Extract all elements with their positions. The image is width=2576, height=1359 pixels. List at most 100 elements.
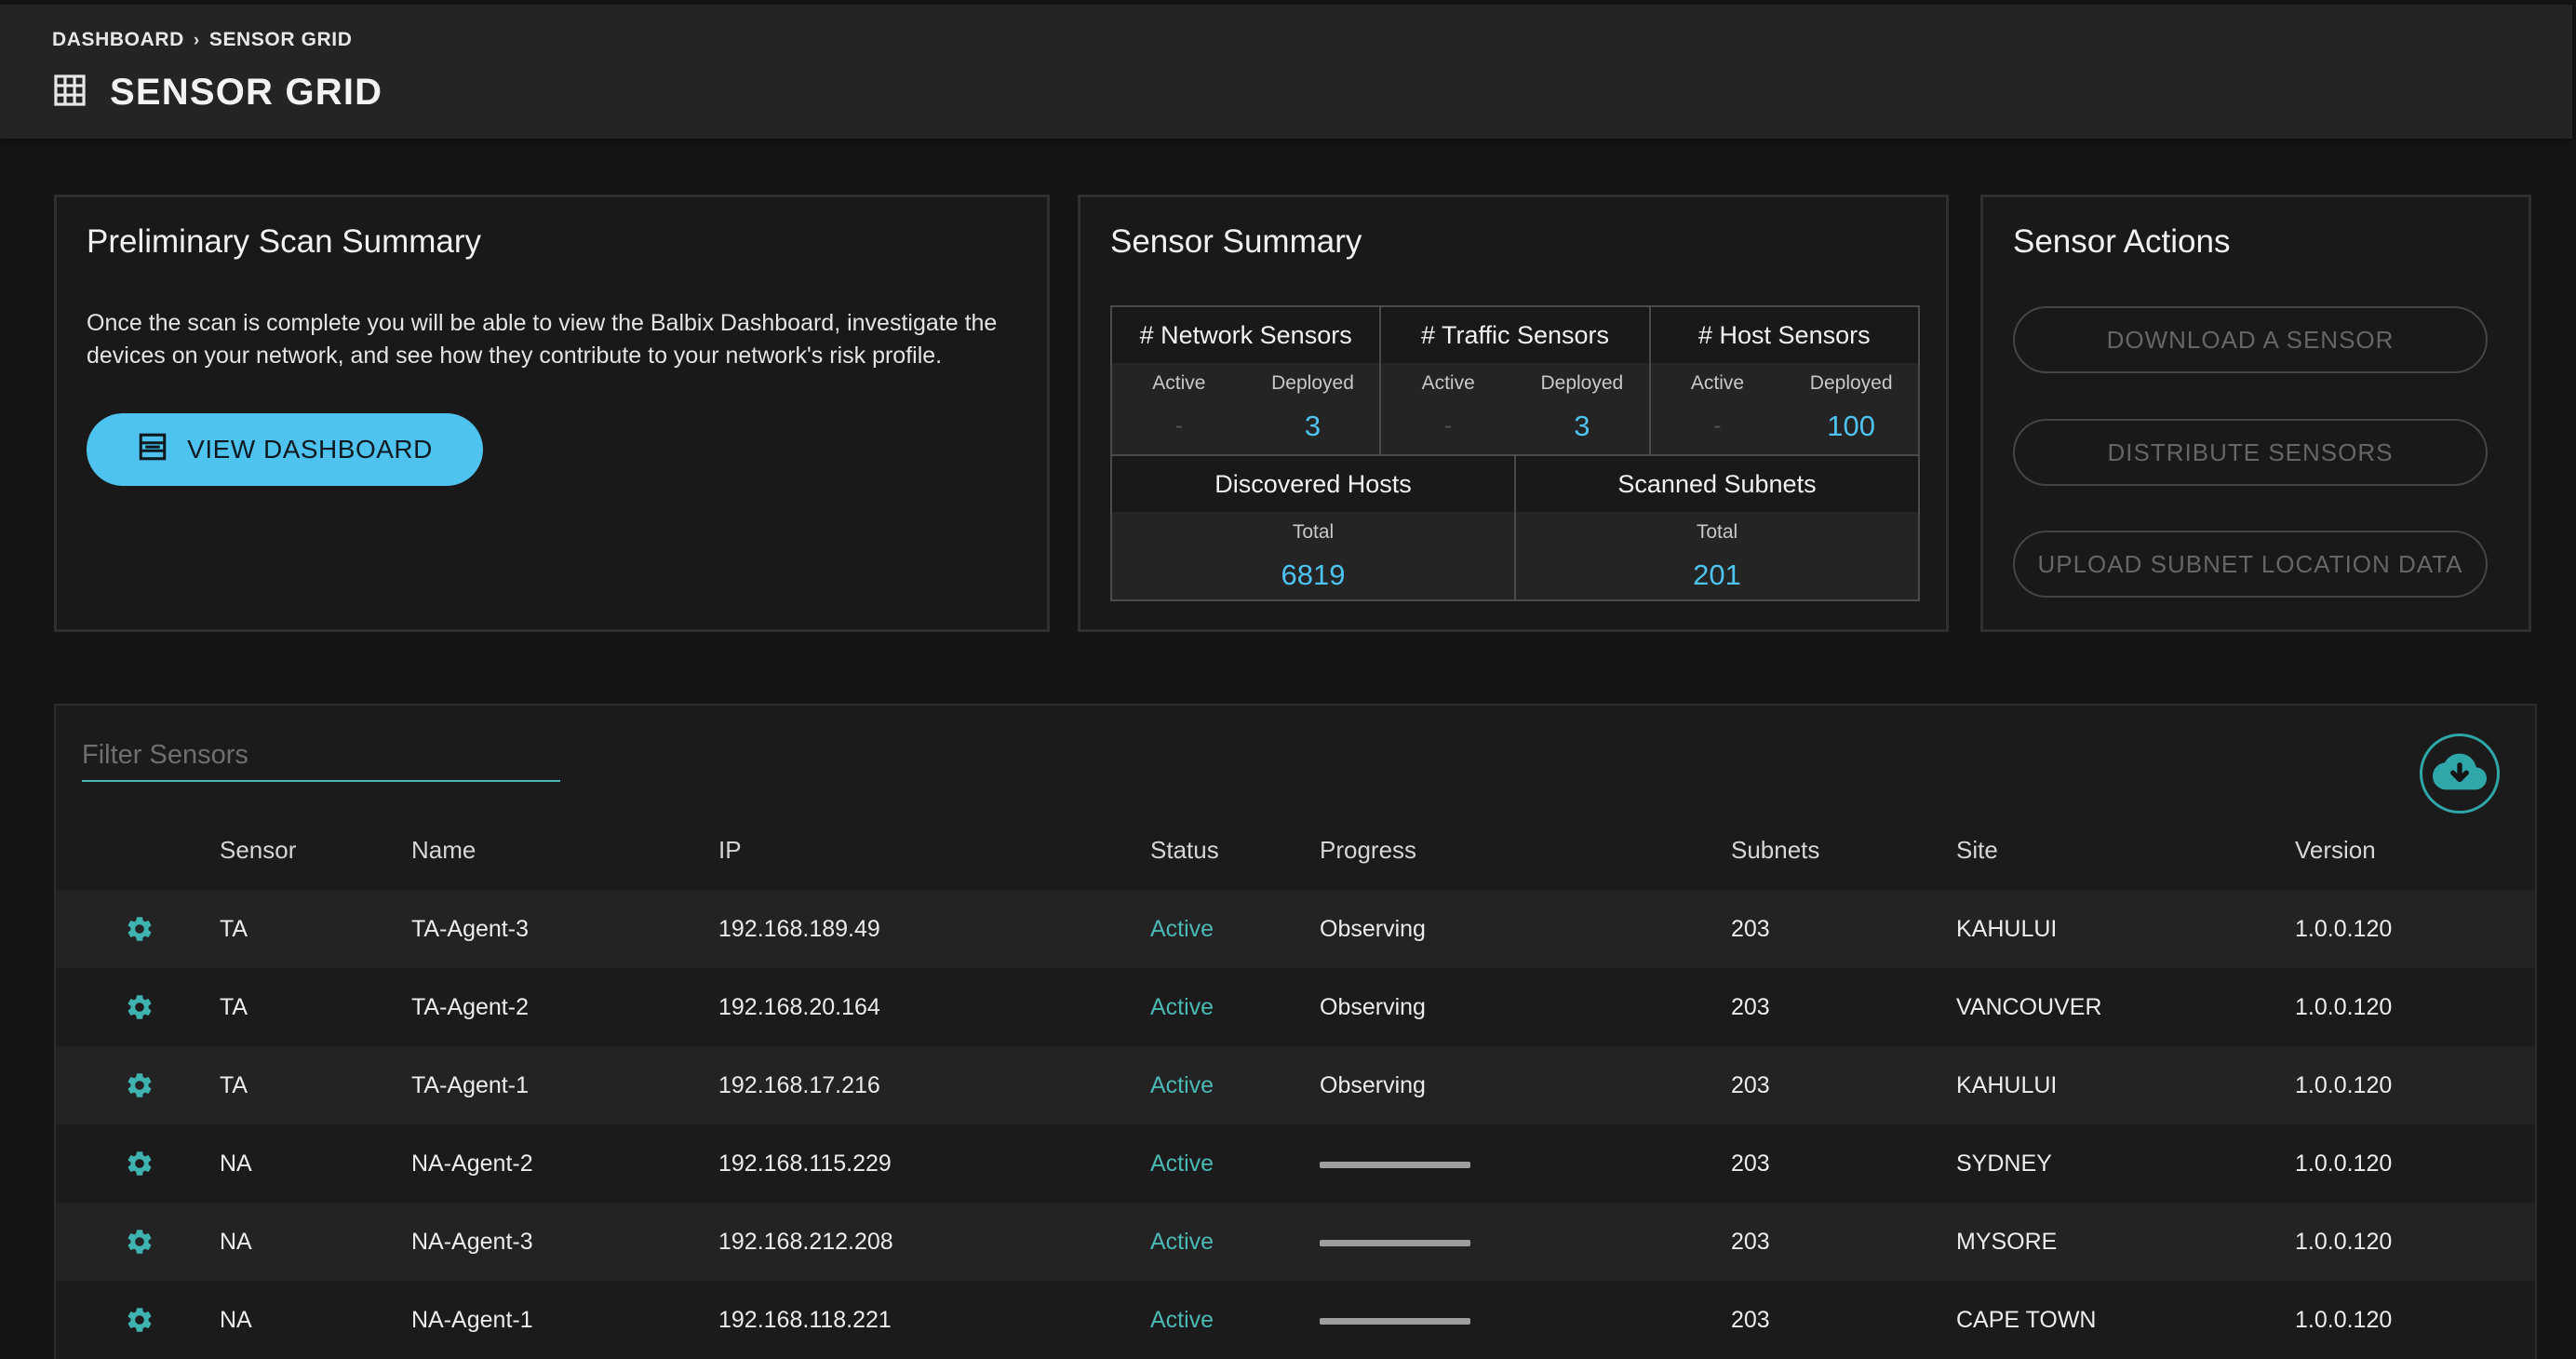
export-button[interactable] bbox=[2420, 733, 2500, 814]
table-row[interactable]: TA TA-Agent-3 192.168.189.49 Active Obse… bbox=[56, 890, 2535, 968]
cloud-download-icon bbox=[2433, 745, 2487, 803]
cell-site: CAPE TOWN bbox=[1956, 1307, 2097, 1333]
table-row[interactable]: NA NA-Agent-3 192.168.212.208 Active 203… bbox=[56, 1203, 2535, 1281]
traffic-deployed-label: Deployed bbox=[1540, 372, 1624, 394]
view-dashboard-button[interactable]: VIEW DASHBOARD bbox=[87, 413, 483, 486]
cell-name: TA-Agent-1 bbox=[411, 1072, 529, 1098]
cell-progress: Observing bbox=[1320, 1072, 1426, 1098]
dashboard-icon bbox=[137, 431, 187, 469]
table-row[interactable]: NA NA-Agent-1 192.168.118.221 Active 203… bbox=[56, 1281, 2535, 1359]
cell-status: Active bbox=[1150, 1229, 1214, 1255]
cell-site: SYDNEY bbox=[1956, 1150, 2052, 1177]
scanned-subnets-total-value: 201 bbox=[1693, 558, 1741, 591]
cell-status: Active bbox=[1150, 994, 1214, 1020]
cell-status: Active bbox=[1150, 1150, 1214, 1177]
breadcrumb-current: SENSOR GRID bbox=[208, 29, 353, 50]
discovered-hosts-header: Discovered Hosts bbox=[1112, 456, 1514, 512]
discovered-hosts-cell: Discovered Hosts Total 6819 bbox=[1112, 456, 1514, 601]
cell-name: NA-Agent-2 bbox=[411, 1150, 533, 1177]
download-sensor-button[interactable]: DOWNLOAD A SENSOR bbox=[2013, 306, 2488, 373]
cell-version: 1.0.0.120 bbox=[2295, 1150, 2393, 1177]
cell-ip: 192.168.212.208 bbox=[718, 1229, 893, 1255]
sensor-summary-panel: Sensor Summary # Network Sensors Active … bbox=[1078, 195, 1949, 632]
page-header: DASHBOARD › SENSOR GRID SENSOR GRID bbox=[0, 5, 2572, 139]
view-dashboard-label: VIEW DASHBOARD bbox=[187, 435, 433, 464]
traffic-active-value: - bbox=[1444, 413, 1453, 438]
traffic-sensors-cell: # Traffic Sensors Active - Deployed 3 bbox=[1379, 307, 1649, 454]
table-row[interactable]: TA TA-Agent-1 192.168.17.216 Active Obse… bbox=[56, 1046, 2535, 1124]
grid-icon bbox=[52, 73, 110, 113]
column-header-subnets[interactable]: Subnets bbox=[1731, 836, 1819, 865]
breadcrumb-separator: › bbox=[193, 31, 200, 50]
progress-bar bbox=[1320, 1318, 1470, 1325]
cell-ip: 192.168.118.221 bbox=[718, 1307, 892, 1333]
progress-bar bbox=[1320, 1162, 1470, 1168]
sensor-table-panel: Sensor Name IP Status Progress Subnets S… bbox=[54, 704, 2537, 1359]
cell-version: 1.0.0.120 bbox=[2295, 916, 2393, 942]
page-title: SENSOR GRID bbox=[110, 72, 383, 113]
breadcrumb-dashboard-link[interactable]: DASHBOARD bbox=[52, 29, 184, 50]
gear-icon[interactable] bbox=[125, 1070, 154, 1100]
sensor-summary-grid: # Network Sensors Active - Deployed 3 # … bbox=[1110, 305, 1920, 601]
column-header-name[interactable]: Name bbox=[411, 836, 476, 865]
filter-sensors-input[interactable] bbox=[82, 730, 560, 782]
cell-name: TA-Agent-2 bbox=[411, 994, 529, 1020]
upload-subnet-location-button[interactable]: UPLOAD SUBNET LOCATION DATA bbox=[2013, 531, 2488, 598]
panel-title: Preliminary Scan Summary bbox=[87, 223, 481, 260]
cell-ip: 192.168.20.164 bbox=[718, 994, 880, 1020]
discovered-hosts-total-label: Total bbox=[1292, 521, 1335, 543]
cell-sensor: NA bbox=[220, 1307, 252, 1333]
cell-subnets: 203 bbox=[1731, 1307, 1770, 1333]
cell-status: Active bbox=[1150, 916, 1214, 942]
network-sensors-header: # Network Sensors bbox=[1112, 307, 1380, 363]
gear-icon[interactable] bbox=[125, 1149, 154, 1178]
cell-progress: Observing bbox=[1320, 994, 1426, 1020]
cell-sensor: NA bbox=[220, 1150, 252, 1177]
cell-version: 1.0.0.120 bbox=[2295, 1072, 2393, 1098]
prelim-description: Once the scan is complete you will be ab… bbox=[87, 310, 998, 369]
table-row[interactable]: NA NA-Agent-2 192.168.115.229 Active 203… bbox=[56, 1124, 2535, 1203]
scanned-subnets-cell: Scanned Subnets Total 201 bbox=[1514, 456, 1918, 601]
host-deployed-value: 100 bbox=[1827, 410, 1876, 442]
cell-site: KAHULUI bbox=[1956, 916, 2058, 942]
column-header-version[interactable]: Version bbox=[2295, 836, 2376, 865]
cell-sensor: NA bbox=[220, 1229, 252, 1255]
gear-icon[interactable] bbox=[125, 914, 154, 944]
column-header-status[interactable]: Status bbox=[1150, 836, 1219, 865]
column-header-sensor[interactable]: Sensor bbox=[220, 836, 296, 865]
progress-bar bbox=[1320, 1240, 1470, 1246]
column-header-ip[interactable]: IP bbox=[718, 836, 742, 865]
gear-icon[interactable] bbox=[125, 992, 154, 1022]
cell-site: MYSORE bbox=[1956, 1229, 2058, 1255]
cell-subnets: 203 bbox=[1731, 916, 1770, 942]
distribute-sensors-button[interactable]: DISTRIBUTE SENSORS bbox=[2013, 419, 2488, 486]
table-body: TA TA-Agent-3 192.168.189.49 Active Obse… bbox=[56, 890, 2535, 1359]
cell-status: Active bbox=[1150, 1072, 1214, 1098]
column-header-progress[interactable]: Progress bbox=[1320, 836, 1416, 865]
breadcrumb: DASHBOARD › SENSOR GRID bbox=[52, 29, 352, 51]
sensor-actions-panel: Sensor Actions DOWNLOAD A SENSOR DISTRIB… bbox=[1980, 195, 2531, 632]
host-active-value: - bbox=[1713, 413, 1722, 438]
discovered-hosts-total-value: 6819 bbox=[1281, 558, 1346, 591]
cell-site: KAHULUI bbox=[1956, 1072, 2058, 1098]
host-sensors-cell: # Host Sensors Active - Deployed 100 bbox=[1648, 307, 1918, 454]
cell-version: 1.0.0.120 bbox=[2295, 1229, 2393, 1255]
gear-icon[interactable] bbox=[125, 1227, 154, 1257]
cell-subnets: 203 bbox=[1731, 1229, 1770, 1255]
cell-subnets: 203 bbox=[1731, 994, 1770, 1020]
panel-title: Sensor Actions bbox=[2013, 223, 2231, 260]
cell-sensor: TA bbox=[220, 916, 248, 942]
table-row[interactable]: TA TA-Agent-2 192.168.20.164 Active Obse… bbox=[56, 968, 2535, 1046]
cell-version: 1.0.0.120 bbox=[2295, 994, 2393, 1020]
gear-icon[interactable] bbox=[125, 1305, 154, 1335]
sensor-grid-page: DASHBOARD › SENSOR GRID SENSOR GRID Prelim… bbox=[0, 0, 2576, 1359]
cell-sensor: TA bbox=[220, 1072, 248, 1098]
network-deployed-label: Deployed bbox=[1271, 372, 1354, 394]
cell-ip: 192.168.17.216 bbox=[718, 1072, 880, 1098]
column-header-site[interactable]: Site bbox=[1956, 836, 1998, 865]
cell-progress: Observing bbox=[1320, 916, 1426, 942]
network-active-value: - bbox=[1174, 413, 1183, 438]
cell-name: NA-Agent-1 bbox=[411, 1307, 533, 1333]
cell-name: TA-Agent-3 bbox=[411, 916, 529, 942]
network-deployed-value: 3 bbox=[1304, 410, 1322, 442]
